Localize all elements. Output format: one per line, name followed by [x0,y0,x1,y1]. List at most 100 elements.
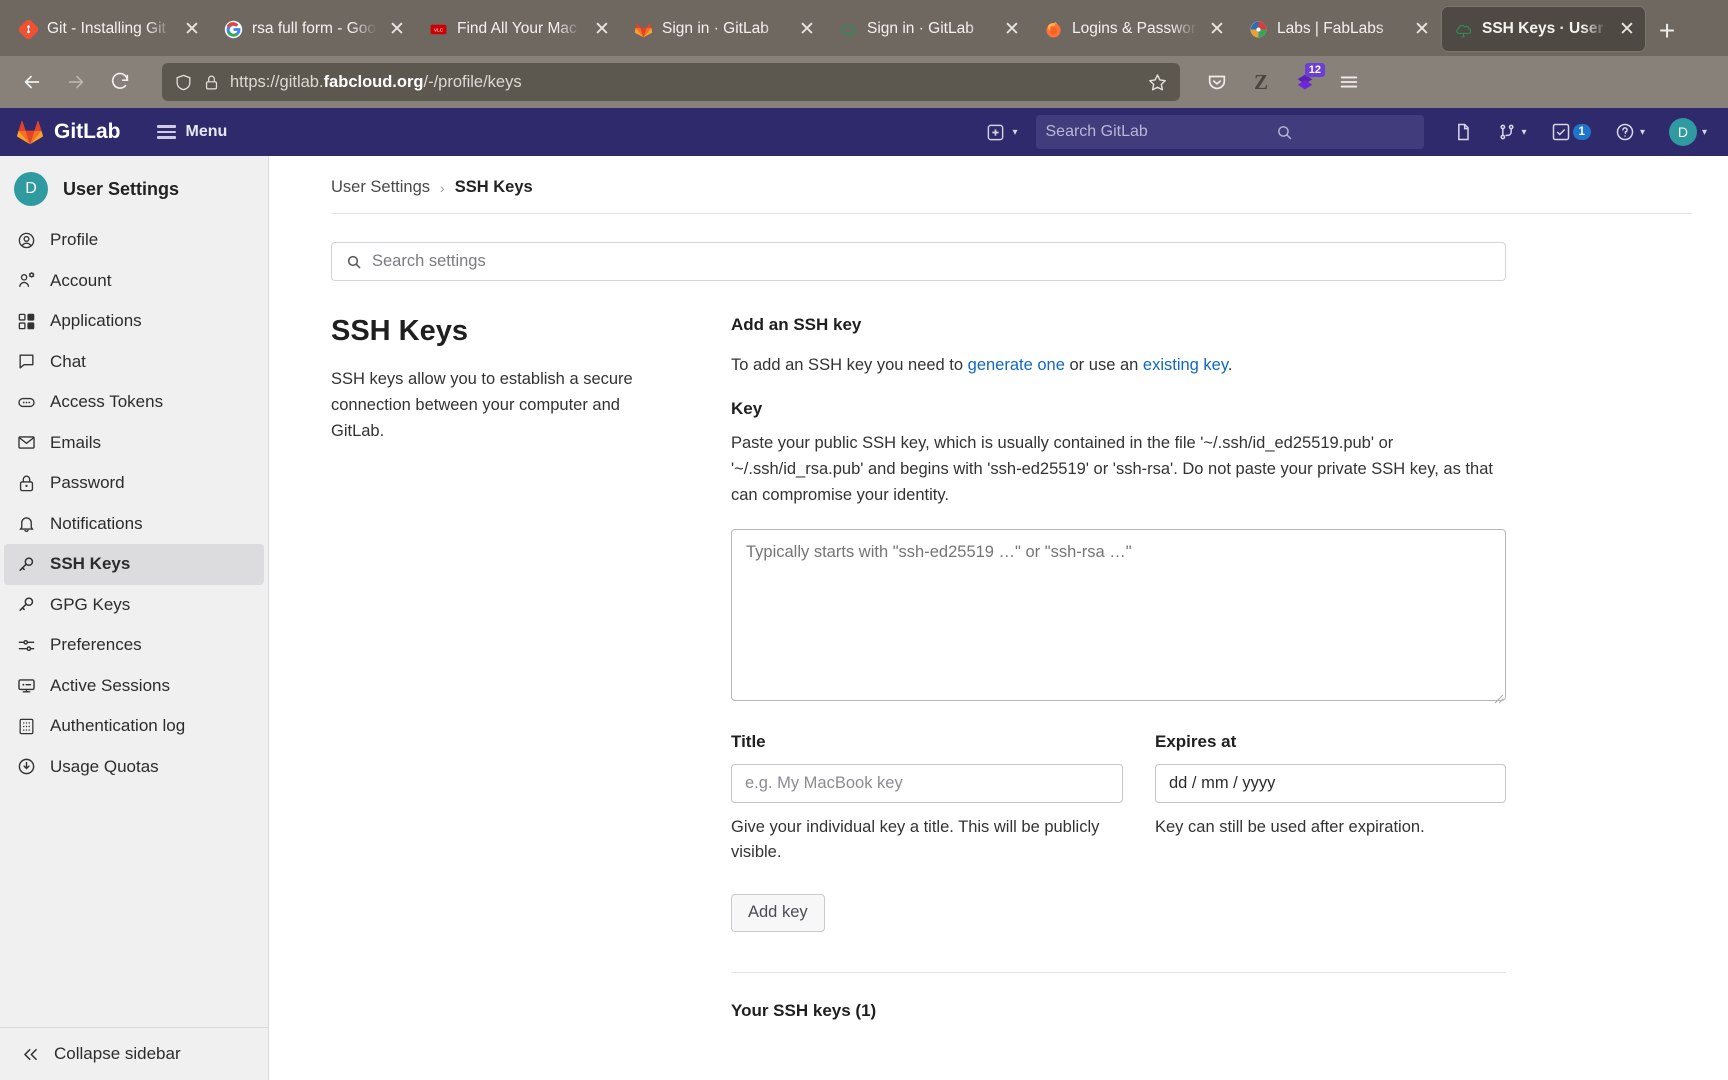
sidebar-item-notifications[interactable]: Notifications [4,504,264,545]
url-path: /-/profile/keys [423,72,522,91]
sidebar-item-label: Password [50,473,125,493]
browser-tab[interactable]: rsa full form - Goog ✕ [211,6,416,52]
sidebar-item-authentication-log[interactable]: Authentication log [4,706,264,747]
sidebar-item-account[interactable]: Account [4,261,264,302]
intro-middle: or use an [1064,356,1143,374]
ssh-key-textarea[interactable] [731,528,1506,701]
key-icon [16,595,36,615]
new-tab-button[interactable]: + [1646,10,1688,52]
sidebar-item-ssh-keys[interactable]: SSH Keys [4,544,264,585]
browser-tab-active[interactable]: SSH Keys · User Se ✕ [1441,6,1646,52]
user-settings-sidebar: D User Settings Profile Account Applicat… [0,156,269,1080]
sidebar-item-preferences[interactable]: Preferences [4,625,264,666]
sidebar-item-usage-quotas[interactable]: Usage Quotas [4,747,264,788]
add-key-button[interactable]: Add key [731,893,825,932]
zotero-icon[interactable]: Z [1244,65,1278,99]
breadcrumb-current: SSH Keys [454,178,533,196]
url-bar[interactable]: https://gitlab.fabcloud.org/-/profile/ke… [162,63,1180,101]
log-grid-icon [16,716,36,736]
sidebar-item-gpg-keys[interactable]: GPG Keys [4,585,264,626]
user-circle-icon [16,230,36,250]
sidebar-nav: Profile Account Applications Chat Access… [0,220,268,1027]
title-input[interactable] [731,763,1123,803]
bookmark-star-icon[interactable] [1147,72,1168,93]
sidebar-item-emails[interactable]: Emails [4,423,264,464]
title-field-label: Title [731,731,766,751]
sidebar-item-profile[interactable]: Profile [4,220,264,261]
key-field-label: Key [731,398,763,418]
add-ssh-key-form: Add an SSH key To add an SSH key you nee… [731,315,1506,1021]
issues-icon[interactable] [1446,122,1480,142]
tab-title: Find All Your Mac S [457,20,582,37]
title-field-help: Give your individual key a title. This w… [731,817,1100,862]
help-icon[interactable]: ▾ [1608,122,1652,142]
gitlab-menu-button[interactable]: Menu [156,123,228,141]
sidebar-item-label: Preferences [50,635,142,655]
generate-one-link[interactable]: generate one [968,356,1065,374]
title-expires-row: Title Give your individual key a title. … [731,732,1506,866]
create-new-button[interactable]: ▾ [986,123,1018,142]
shield-icon[interactable] [174,73,193,92]
todos-icon[interactable]: 1 [1544,122,1598,142]
avatar: D [14,172,48,206]
close-icon[interactable]: ✕ [1616,18,1638,40]
sidebar-item-label: Chat [50,351,86,371]
back-arrow-icon[interactable] [12,63,52,101]
existing-key-link[interactable]: existing key [1143,356,1228,374]
gitlab-tanuki-icon [16,118,44,146]
expires-placeholder: dd / mm / yyyy [1169,773,1276,792]
sidebar-item-label: GPG Keys [50,594,131,614]
sidebar-item-password[interactable]: Password [4,463,264,504]
close-icon[interactable]: ✕ [181,18,203,40]
apps-grid-icon [16,311,36,331]
tab-title: Sign in · GitLab [867,20,974,37]
sidebar-item-active-sessions[interactable]: Active Sessions [4,666,264,707]
downloads-icon[interactable]: 12 [1288,63,1325,99]
token-icon [16,392,36,412]
settings-columns: SSH Keys SSH keys allow you to establish… [331,315,1506,1021]
sidebar-title: User Settings [63,178,180,199]
collapse-sidebar-button[interactable]: Collapse sidebar [0,1027,268,1080]
sidebar-item-label: Notifications [50,513,143,533]
menu-label: Menu [185,123,228,140]
sidebar-item-label: Authentication log [50,716,186,736]
gitlab-search-input[interactable]: Search GitLab [1035,115,1424,149]
lock-icon[interactable] [203,74,220,91]
close-icon[interactable]: ✕ [796,18,818,40]
key-icon [16,554,36,574]
close-icon[interactable]: ✕ [591,18,613,40]
vlc-icon: VLC [428,19,448,39]
hamburger-menu-icon[interactable] [1332,65,1366,99]
search-placeholder: Search GitLab [1045,123,1148,140]
sidebar-item-access-tokens[interactable]: Access Tokens [4,382,264,423]
user-menu-button[interactable]: D ▾ [1662,118,1714,146]
close-icon[interactable]: ✕ [386,18,408,40]
gitlab-icon [633,19,653,39]
page-description: SSH keys allow you to establish a secure… [331,370,633,441]
breadcrumb-parent[interactable]: User Settings [331,178,430,197]
add-key-intro: To add an SSH key you need to generate o… [731,353,1506,379]
gitlab-brand-text: GitLab [54,120,121,143]
reload-icon[interactable] [100,63,140,101]
merge-requests-icon[interactable]: ▾ [1490,122,1534,142]
gitlab-logo-link[interactable]: GitLab [16,118,121,146]
expires-date-input[interactable]: dd / mm / yyyy [1155,763,1506,803]
close-icon[interactable]: ✕ [1206,18,1228,40]
url-domain: fabcloud.org [323,72,424,91]
sidebar-item-applications[interactable]: Applications [4,301,264,342]
sidebar-header[interactable]: D User Settings [0,156,268,220]
browser-tab[interactable]: VLC Find All Your Mac S ✕ [416,6,621,52]
sidebar-item-chat[interactable]: Chat [4,342,264,383]
browser-tab[interactable]: Sign in · GitLab ✕ [826,6,1031,52]
monitor-icon [16,676,36,696]
browser-tab[interactable]: Logins & Password ✕ [1031,6,1236,52]
pocket-icon[interactable] [1200,65,1234,99]
forward-arrow-icon[interactable] [56,63,96,101]
close-icon[interactable]: ✕ [1411,18,1433,40]
browser-tab[interactable]: Git - Installing Git ✕ [6,6,211,52]
browser-tab[interactable]: Sign in · GitLab ✕ [621,6,826,52]
key-textarea-wrapper [731,528,1506,706]
close-icon[interactable]: ✕ [1001,18,1023,40]
settings-search-input[interactable]: Search settings [331,242,1506,281]
browser-tab[interactable]: Labs | FabLabs ✕ [1236,6,1441,52]
